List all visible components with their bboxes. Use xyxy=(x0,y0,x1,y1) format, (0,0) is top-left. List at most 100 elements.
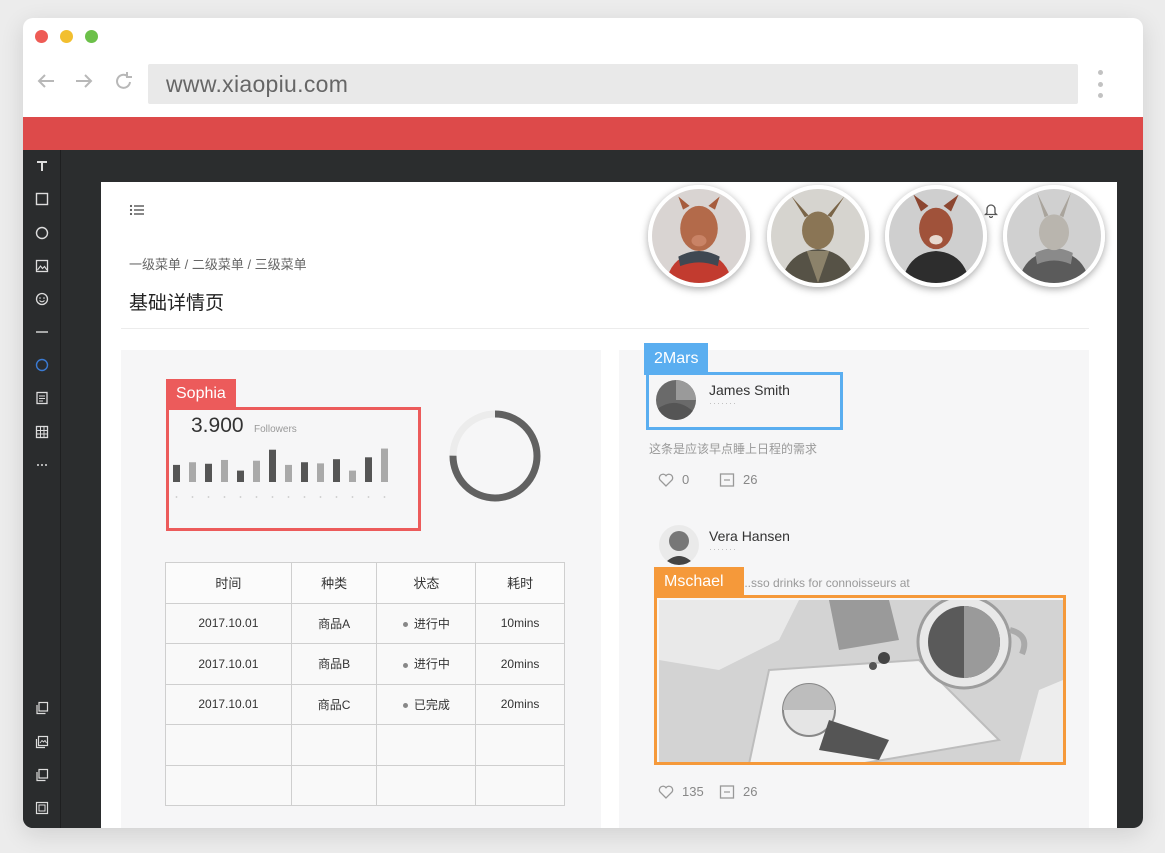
component-tool-icon[interactable] xyxy=(32,355,52,375)
avatar-rabbit-scarf[interactable] xyxy=(1003,185,1105,287)
bar-tick-mark xyxy=(383,496,386,498)
status-text: 已完成 xyxy=(413,697,450,712)
table-cell: 20mins xyxy=(475,683,565,725)
followers-bar xyxy=(285,464,292,482)
avatar-fox-red-jacket[interactable] xyxy=(648,185,750,287)
followers-bar xyxy=(349,470,356,482)
comment-icon xyxy=(719,472,735,487)
duplicate-icon[interactable] xyxy=(32,765,52,785)
bar-tick-mark xyxy=(191,496,194,498)
annotation-tag-2mars[interactable]: 2Mars xyxy=(644,343,709,375)
bell-icon[interactable] xyxy=(984,202,998,218)
left-toolbar xyxy=(23,150,61,828)
post-meta-blurred: ······· xyxy=(709,544,737,554)
forward-button[interactable] xyxy=(71,70,97,96)
status-dot xyxy=(402,622,408,628)
layers-icon[interactable] xyxy=(32,732,52,752)
like-count: 0 xyxy=(682,472,690,487)
data-table: 时间 种类 状态 耗时 2017.10.01 商品A 进行中 10mins 2017.10.0… xyxy=(165,562,565,806)
table-cell xyxy=(165,764,292,806)
image-tool-icon[interactable] xyxy=(32,256,52,276)
followers-bar xyxy=(237,470,244,482)
table-cell xyxy=(376,764,477,806)
circle-tool-icon[interactable] xyxy=(32,223,52,243)
more-tool-icon[interactable] xyxy=(32,455,52,475)
rectangle-tool-icon[interactable] xyxy=(32,189,52,209)
copy-icon[interactable] xyxy=(32,698,52,718)
status-text: 进行中 xyxy=(413,657,450,672)
export-icon[interactable] xyxy=(32,798,52,818)
followers-count: 3.900 xyxy=(191,414,244,437)
breadcrumb[interactable]: 一级菜单 / 二级菜单 / 三级菜单 xyxy=(129,254,307,273)
table-cell: 商品B xyxy=(290,643,378,685)
heart-icon xyxy=(658,785,674,799)
avatar-rabbit-vest[interactable] xyxy=(767,185,869,287)
reload-icon xyxy=(116,72,132,89)
followers-bar xyxy=(301,462,308,482)
reload-button[interactable] xyxy=(111,70,137,96)
page-title: 基础详情页 xyxy=(129,293,225,314)
post-author-name[interactable]: James Smith xyxy=(709,382,790,398)
post-text: 这条是应该早点睡上日程的需求 xyxy=(649,442,818,456)
table-row[interactable] xyxy=(165,764,565,806)
heart-icon xyxy=(658,473,674,487)
comment-button[interactable]: 26 xyxy=(719,784,757,799)
accent-bar xyxy=(23,117,1143,150)
list-menu-icon[interactable] xyxy=(129,202,145,218)
window-controls xyxy=(35,30,98,43)
table-cell: 商品C xyxy=(290,683,378,725)
like-button[interactable]: 0 xyxy=(658,472,689,487)
table-header-cell: 时间 xyxy=(165,562,292,604)
followers-bar xyxy=(333,459,340,482)
bar-tick-mark xyxy=(239,496,242,498)
close-window-button[interactable] xyxy=(35,30,48,43)
line-tool-icon[interactable] xyxy=(32,322,52,342)
comment-count: 26 xyxy=(743,472,758,487)
browser-window: www.xiaopiu.com 一级菜单 / 二级菜单 / 三级菜单 基础详情页… xyxy=(23,18,1143,828)
back-button[interactable] xyxy=(33,70,59,96)
post-avatar-vera[interactable] xyxy=(659,525,699,565)
table-row[interactable]: 2017.10.01 商品A 进行中 10mins xyxy=(165,602,565,644)
status-dot xyxy=(402,662,408,668)
annotation-box-mschael[interactable] xyxy=(654,595,1066,765)
like-button[interactable]: 135 xyxy=(658,784,704,799)
table-row[interactable]: 2017.10.01 商品C 已完成 20mins xyxy=(165,683,565,725)
table-cell: 进行中 xyxy=(376,602,477,644)
document-tool-icon[interactable] xyxy=(32,388,52,408)
progress-donut xyxy=(449,410,541,502)
table-row[interactable]: 2017.10.01 商品B 进行中 20mins xyxy=(165,643,565,685)
comment-button[interactable]: 26 xyxy=(719,472,757,487)
address-bar[interactable]: www.xiaopiu.com xyxy=(148,64,1078,104)
followers-bar xyxy=(189,462,196,482)
emoji-tool-icon[interactable] xyxy=(32,289,52,309)
design-canvas[interactable]: 一级菜单 / 二级菜单 / 三级菜单 基础详情页 Sophia 3.900 Fo… xyxy=(101,182,1117,828)
bar-tick-mark xyxy=(367,496,370,498)
arrow-right-icon xyxy=(76,74,93,88)
table-cell xyxy=(290,764,378,806)
post-author-name[interactable]: Vera Hansen xyxy=(709,528,790,544)
maximize-window-button[interactable] xyxy=(85,30,98,43)
table-cell: 进行中 xyxy=(376,643,477,685)
table-cell: 20mins xyxy=(475,643,565,685)
table-header-row: 时间 种类 状态 耗时 xyxy=(165,562,565,604)
followers-bar xyxy=(365,457,372,482)
kebab-menu-icon[interactable] xyxy=(1095,70,1105,98)
table-cell: 10mins xyxy=(475,602,565,644)
table-header-cell: 状态 xyxy=(376,562,477,604)
avatar-fox-dark-jacket[interactable] xyxy=(885,185,987,287)
text-tool-icon[interactable] xyxy=(32,156,52,176)
table-row[interactable] xyxy=(165,724,565,766)
table-header-cell: 种类 xyxy=(290,562,378,604)
table-cell xyxy=(475,724,565,766)
annotation-tag-sophia[interactable]: Sophia xyxy=(166,379,236,409)
followers-bar xyxy=(205,463,212,482)
status-text: 进行中 xyxy=(413,616,450,631)
annotation-tag-mschael[interactable]: Mschael xyxy=(654,567,744,597)
minimize-window-button[interactable] xyxy=(60,30,73,43)
post-avatar-james[interactable] xyxy=(656,380,696,420)
table-cell xyxy=(290,724,378,766)
bar-tick-mark xyxy=(271,496,274,498)
post-text: ...sso drinks for connoisseurs at xyxy=(741,576,910,590)
table-tool-icon[interactable] xyxy=(32,422,52,442)
bar-tick-mark xyxy=(303,496,306,498)
